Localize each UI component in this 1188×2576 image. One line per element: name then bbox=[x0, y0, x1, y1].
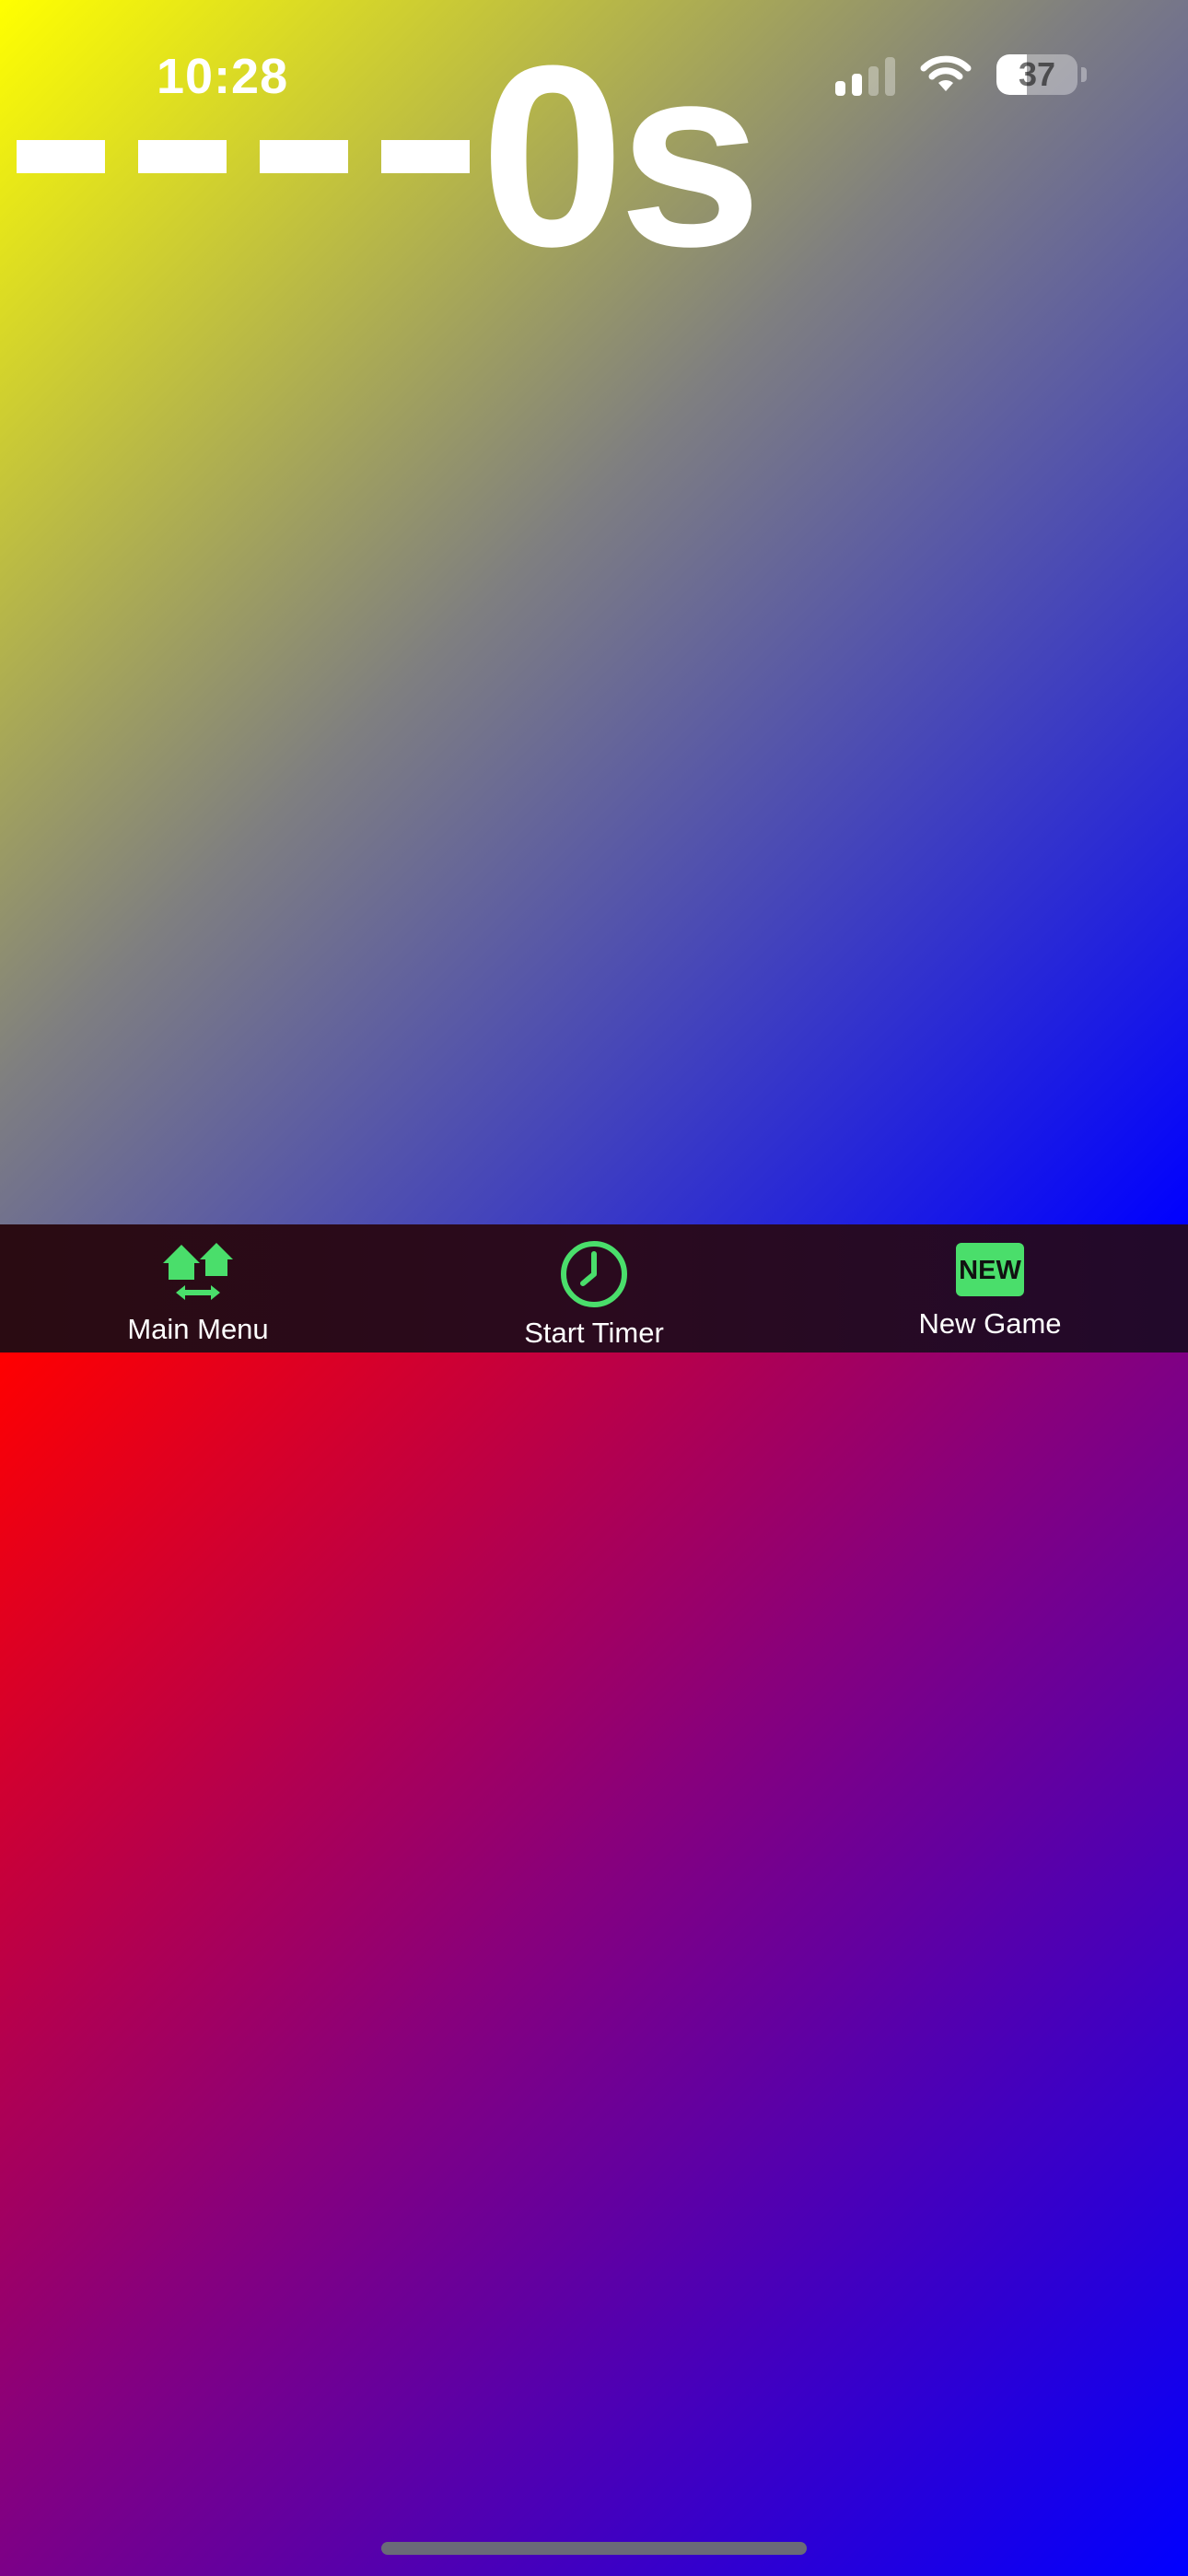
timer-value: 0s bbox=[481, 13, 762, 300]
cellular-signal-icon bbox=[835, 53, 895, 96]
game-screen: 10:28 37 0s Main Menu Start Timer NEW Ne… bbox=[0, 0, 1188, 2576]
main-menu-label: Main Menu bbox=[127, 1313, 269, 1345]
wifi-icon bbox=[920, 55, 972, 91]
bottom-player-panel[interactable] bbox=[0, 1352, 1188, 2576]
new-badge-icon: NEW bbox=[956, 1243, 1024, 1296]
timer-dash bbox=[138, 140, 227, 173]
start-timer-button[interactable]: Start Timer bbox=[396, 1224, 792, 1352]
home-swap-icon bbox=[163, 1243, 233, 1300]
start-timer-label: Start Timer bbox=[524, 1317, 664, 1349]
battery-icon: 37 bbox=[996, 54, 1077, 95]
main-menu-button[interactable]: Main Menu bbox=[0, 1224, 396, 1352]
timer-dash bbox=[260, 140, 348, 173]
svg-text:NEW: NEW bbox=[959, 1256, 1021, 1285]
home-indicator[interactable] bbox=[381, 2542, 807, 2555]
battery-level: 37 bbox=[1018, 55, 1056, 93]
timer-display: 0s bbox=[17, 28, 762, 286]
clock-icon bbox=[561, 1241, 627, 1307]
new-game-button[interactable]: NEW New Game bbox=[792, 1224, 1188, 1352]
new-game-label: New Game bbox=[918, 1307, 1062, 1340]
timer-dash bbox=[17, 140, 105, 173]
game-toolbar: Main Menu Start Timer NEW New Game bbox=[0, 1224, 1188, 1352]
timer-dash bbox=[381, 140, 470, 173]
status-indicators: 37 bbox=[835, 53, 1087, 96]
